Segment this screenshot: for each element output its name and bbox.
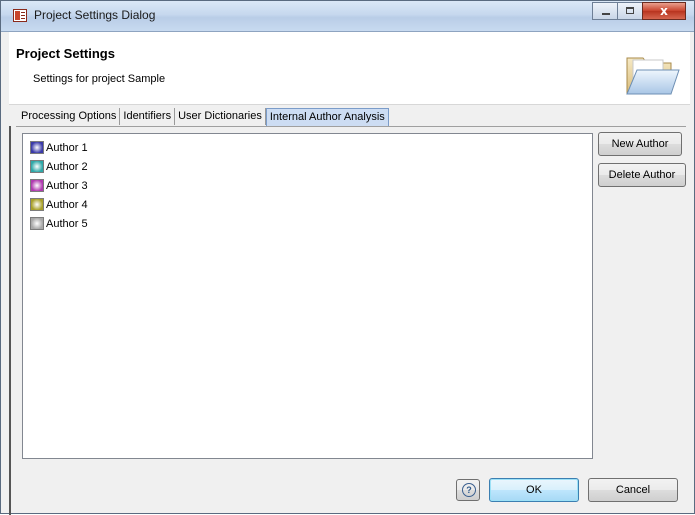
list-item[interactable]: Author 1 [30,139,88,156]
list-item[interactable]: Author 5 [30,215,88,232]
author-color-icon [30,179,44,192]
minimize-button[interactable] [592,2,618,20]
maximize-button[interactable] [617,2,643,20]
tab-bar: Processing Options Identifiers User Dict… [18,108,389,126]
list-item[interactable]: Author 3 [30,177,88,194]
tab-user-dictionaries[interactable]: User Dictionaries [175,108,266,125]
tab-processing-options[interactable]: Processing Options [18,108,121,125]
list-item-label: Author 5 [46,217,88,230]
tab-identifiers[interactable]: Identifiers [120,108,176,125]
dialog-header: Project Settings Settings for project Sa… [9,32,690,105]
help-button[interactable]: ? [456,479,480,501]
delete-author-button[interactable]: Delete Author [598,163,686,187]
list-item-label: Author 3 [46,179,88,192]
window-title: Project Settings Dialog [34,8,156,22]
author-list[interactable]: Author 1 Author 2 Author 3 Author 4 Auth… [22,133,593,459]
author-color-icon [30,198,44,211]
new-author-button[interactable]: New Author [598,132,682,156]
cancel-button[interactable]: Cancel [588,478,678,502]
list-item[interactable]: Author 2 [30,158,88,175]
ok-button[interactable]: OK [489,478,579,502]
list-item[interactable]: Author 4 [30,196,88,213]
list-item-label: Author 2 [46,160,88,173]
list-item-label: Author 1 [46,141,88,154]
title-bar[interactable]: Project Settings Dialog x [1,1,694,32]
list-item-label: Author 4 [46,198,88,211]
page-title: Project Settings [16,46,115,61]
page-subtitle: Settings for project Sample [33,73,166,85]
tab-panel: Author 1 Author 2 Author 3 Author 4 Auth… [16,126,686,468]
dialog-window: Project Settings Dialog x Project Settin… [0,0,695,515]
folder-icon [626,57,680,95]
left-divider [9,126,11,515]
book-icon [13,9,27,22]
close-button[interactable]: x [642,2,686,20]
tab-internal-author-analysis[interactable]: Internal Author Analysis [265,108,389,126]
author-color-icon [30,141,44,154]
window-controls: x [592,2,686,21]
author-color-icon [30,217,44,230]
help-icon: ? [462,483,476,497]
author-color-icon [30,160,44,173]
